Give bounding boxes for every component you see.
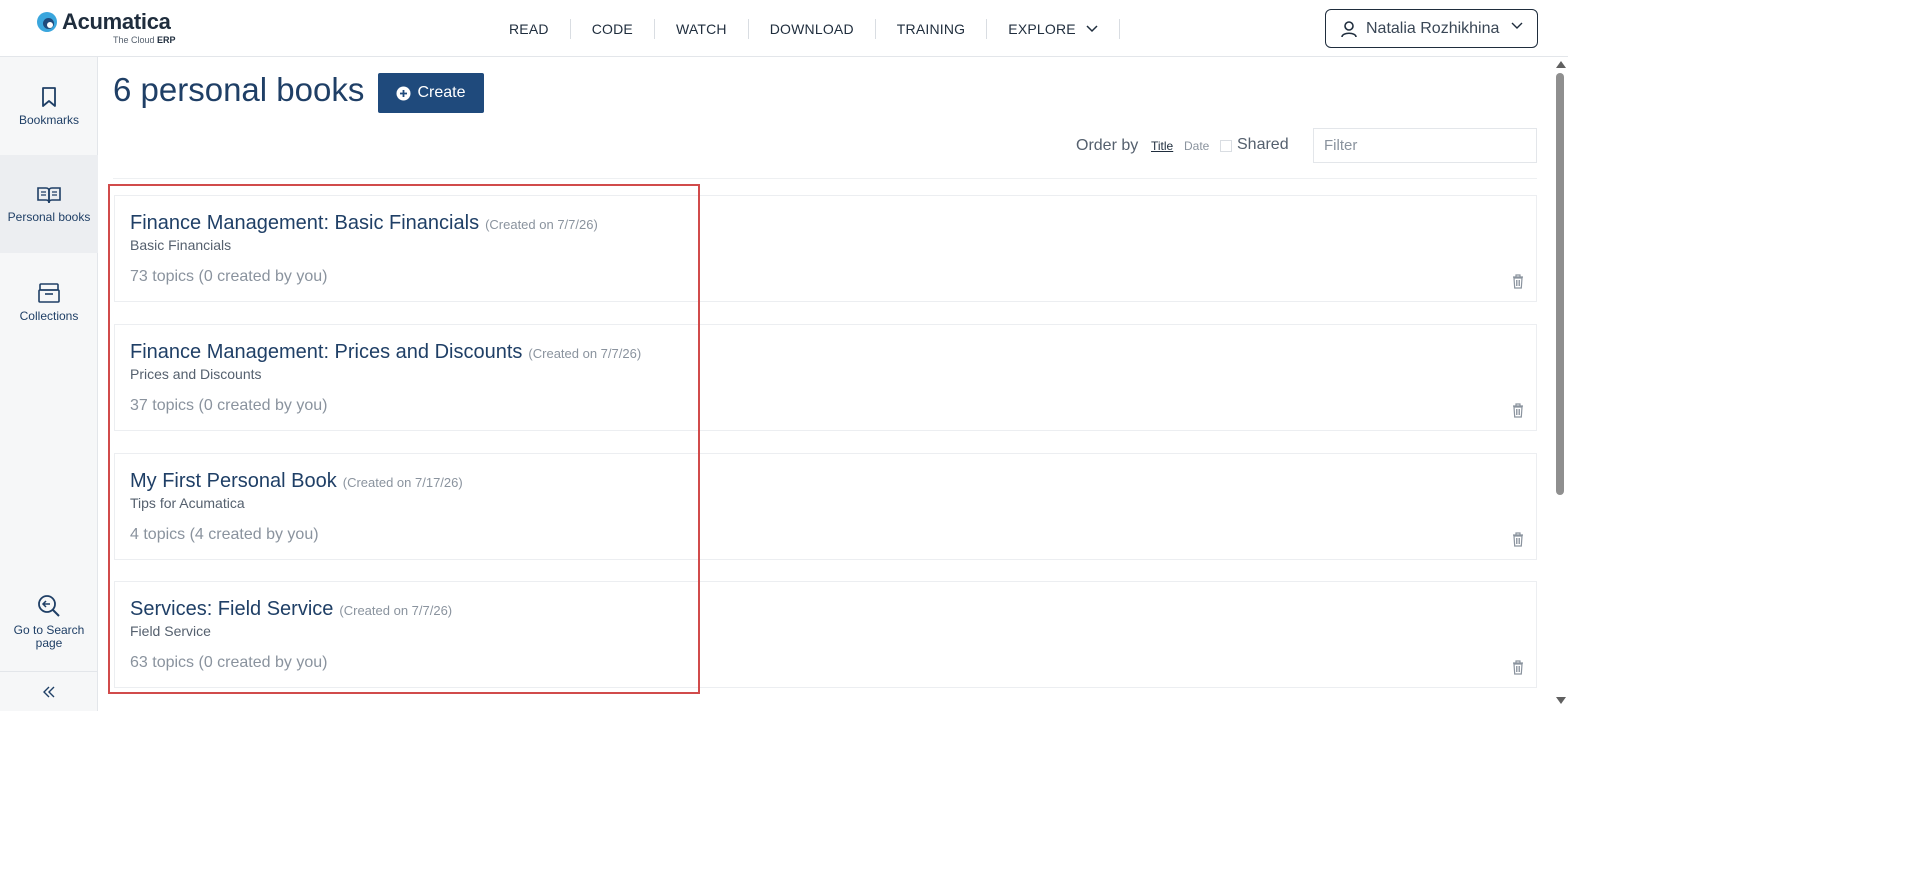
plus-circle-icon — [396, 86, 411, 100]
nav-read[interactable]: READ — [488, 18, 571, 39]
book-topics-count: 73 topics (0 created by you) — [130, 268, 328, 285]
sidebar-item-bookmarks[interactable]: Bookmarks — [0, 57, 98, 155]
book-title[interactable]: Finance Management: Basic Financials (Cre… — [130, 212, 598, 235]
book-title[interactable]: Services: Field Service (Created on 7/7/2… — [130, 598, 452, 621]
main-content: 6 personal books Create Order by Title D… — [98, 57, 1553, 711]
chevron-down-icon — [1511, 22, 1523, 29]
sidebar-collapse-button[interactable] — [0, 671, 98, 711]
sidebar-item-label: Personal books — [7, 209, 91, 224]
book-created-date: (Created on 7/17/26) — [342, 475, 463, 490]
divider — [113, 178, 1537, 179]
nav-training[interactable]: TRAINING — [876, 18, 988, 39]
user-icon — [1341, 20, 1357, 37]
book-card[interactable]: Finance Management: Basic Financials (Cre… — [114, 195, 1537, 302]
nav-watch[interactable]: WATCH — [655, 18, 749, 39]
book-subtitle: Tips for Acumatica — [130, 495, 245, 511]
sidebar-item-label: Collections — [19, 308, 79, 323]
book-subtitle: Prices and Discounts — [130, 366, 262, 382]
scrollbar[interactable] — [1553, 57, 1568, 711]
archive-icon — [38, 282, 60, 303]
sidebar-item-search-page[interactable]: Go to Search page — [0, 573, 98, 671]
trash-icon[interactable] — [1512, 403, 1524, 418]
book-subtitle: Field Service — [130, 623, 211, 639]
book-title[interactable]: My First Personal Book (Created on 7/17/2… — [130, 470, 463, 493]
logo-tagline: The Cloud ERP — [113, 35, 176, 45]
user-name: Natalia Rozhikhina — [1366, 19, 1500, 37]
acumatica-logo[interactable]: Acumatica The Cloud ERP — [36, 9, 186, 49]
nav-download[interactable]: DOWNLOAD — [749, 18, 876, 39]
scroll-up-arrow-icon[interactable] — [1556, 61, 1566, 68]
sidebar-item-label: Go to Search page — [13, 623, 85, 650]
chevron-down-icon — [1086, 24, 1098, 32]
book-topics-count: 4 topics (4 created by you) — [130, 526, 319, 543]
book-topics-count: 63 topics (0 created by you) — [130, 654, 328, 671]
create-button[interactable]: Create — [378, 73, 484, 113]
sidebar-item-personal-books[interactable]: Personal books — [0, 155, 98, 253]
sidebar: Bookmarks Personal books Collections Go … — [0, 57, 98, 711]
nav-explore[interactable]: EXPLORE — [987, 18, 1120, 39]
trash-icon[interactable] — [1512, 274, 1524, 289]
scroll-down-arrow-icon[interactable] — [1556, 697, 1566, 704]
book-icon — [37, 186, 61, 203]
logo-name: Acumatica — [62, 9, 171, 34]
shared-checkbox[interactable] — [1220, 140, 1232, 152]
search-back-icon — [38, 595, 60, 617]
book-topics-count: 37 topics (0 created by you) — [130, 397, 328, 414]
main-nav: READ CODE WATCH DOWNLOAD TRAINING EXPLOR… — [488, 0, 1120, 57]
nav-code[interactable]: CODE — [571, 18, 655, 39]
scrollbar-thumb[interactable] — [1556, 73, 1564, 495]
trash-icon[interactable] — [1512, 660, 1524, 675]
book-card[interactable]: Services: Field Service (Created on 7/7/2… — [114, 581, 1537, 688]
user-menu-button[interactable]: Natalia Rozhikhina — [1325, 9, 1538, 48]
order-by-label: Order by — [1076, 137, 1139, 154]
book-created-date: (Created on 7/7/26) — [528, 346, 642, 361]
filter-input[interactable] — [1313, 128, 1537, 163]
top-bar: Acumatica The Cloud ERP READ CODE WATCH … — [0, 0, 1568, 57]
create-button-label: Create — [417, 84, 466, 101]
trash-icon[interactable] — [1512, 532, 1524, 547]
book-created-date: (Created on 7/7/26) — [485, 217, 598, 232]
book-subtitle: Basic Financials — [130, 237, 232, 253]
book-card[interactable]: Finance Management: Prices and Discounts… — [114, 324, 1537, 431]
acumatica-logo-icon — [37, 12, 57, 32]
page-title: 6 personal books — [113, 71, 365, 108]
sidebar-item-label: Bookmarks — [18, 112, 80, 127]
book-created-date: (Created on 7/7/26) — [339, 603, 453, 618]
sidebar-item-collections[interactable]: Collections — [0, 253, 98, 351]
bookmark-icon — [42, 86, 56, 107]
book-card[interactable]: My First Personal Book (Created on 7/17/2… — [114, 453, 1537, 560]
double-chevron-left-icon — [43, 686, 55, 697]
order-by-date[interactable]: Date — [1184, 139, 1209, 153]
shared-label: Shared — [1237, 136, 1289, 153]
book-title[interactable]: Finance Management: Prices and Discounts… — [130, 341, 641, 364]
order-by-title[interactable]: Title — [1151, 139, 1173, 153]
